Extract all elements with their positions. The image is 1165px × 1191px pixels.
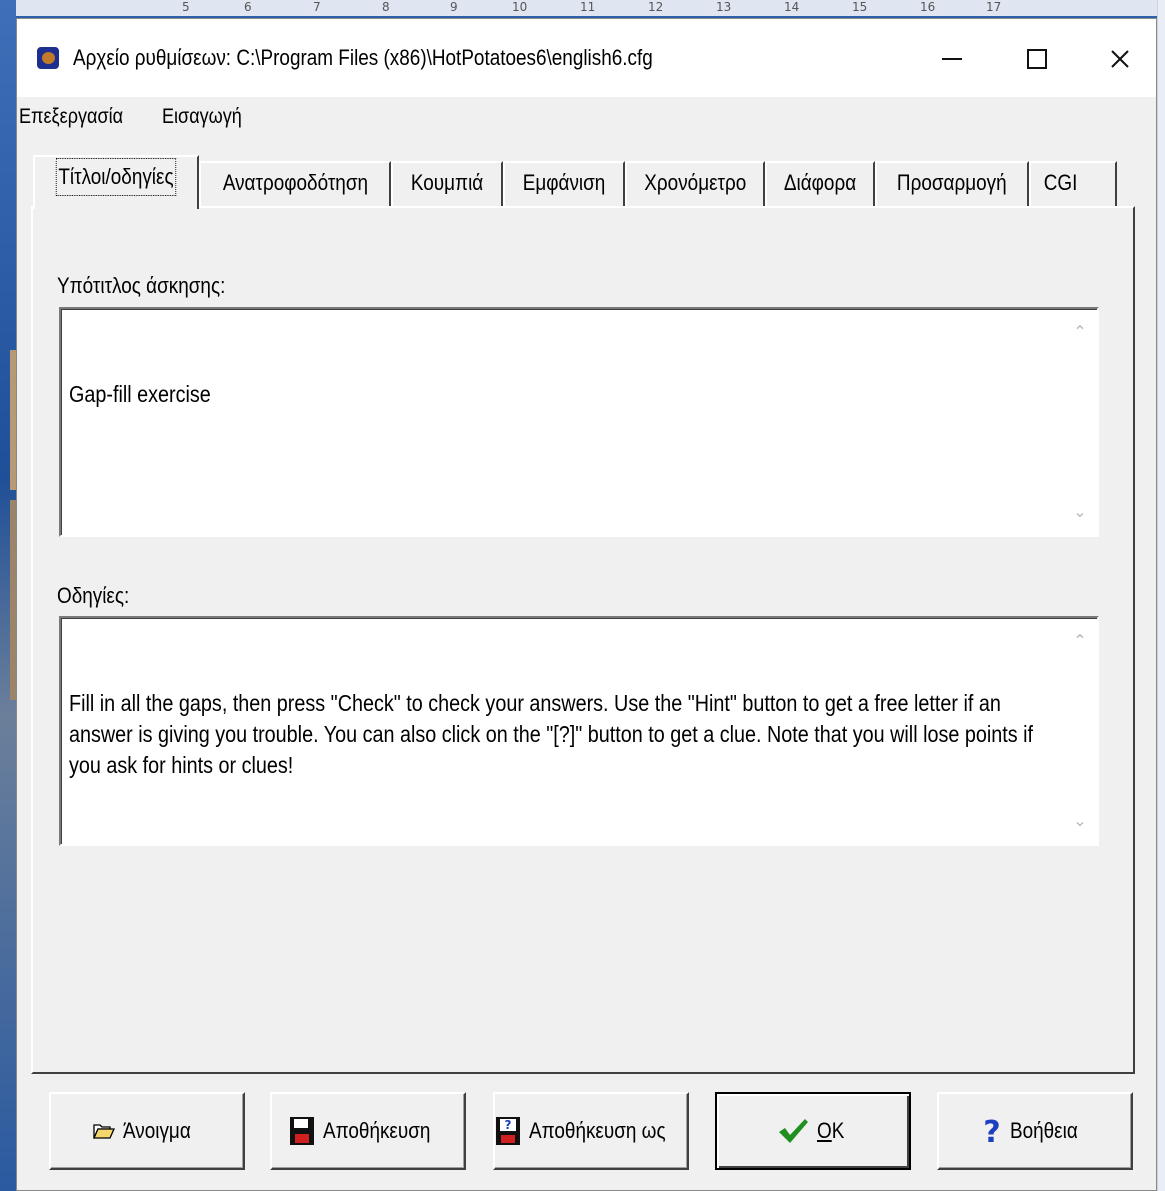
save-button[interactable]: Αποθήκευση (270, 1092, 466, 1170)
ruler-label: 6 (244, 0, 252, 14)
tab-label: Εμφάνιση (522, 170, 606, 195)
ruler-label: 9 (450, 0, 458, 14)
svg-text:?: ? (983, 1116, 1000, 1146)
maximize-icon (1027, 49, 1047, 69)
close-button[interactable] (1090, 37, 1150, 81)
subtitle-label: Υπότιτλος άσκησης: (57, 273, 226, 298)
menu-edit[interactable]: Επεξεργασία (19, 103, 123, 131)
ok-button-label-rest: K (831, 1118, 845, 1143)
ruler-label: 8 (382, 0, 390, 14)
save-button-label: Αποθήκευση (322, 1118, 430, 1143)
tab-appearance[interactable]: Εμφάνιση (503, 161, 625, 207)
menu-bar: Επεξεργασία Εισαγωγή (17, 97, 1156, 137)
question-mark-icon: ? (983, 1116, 1000, 1146)
window-title: Αρχείο ρυθμίσεων: C:\Program Files (x86)… (73, 45, 653, 70)
menu-insert[interactable]: Εισαγωγή (162, 103, 242, 131)
minimize-button[interactable] (922, 37, 982, 81)
open-button[interactable]: Άνοιγμα (49, 1092, 245, 1170)
tab-label: Τίτλοι/οδηγίες (55, 158, 177, 196)
tab-timer[interactable]: Χρονόμετρο (625, 161, 765, 207)
instructions-text: Fill in all the gaps, then press "Check"… (69, 626, 1053, 843)
subtitle-text: Gap-fill exercise (69, 317, 1053, 472)
document-ruler: 5 6 7 8 9 10 11 12 13 14 15 16 17 (16, 0, 1157, 16)
tab-label: CGI (1043, 170, 1078, 195)
tab-other[interactable]: Διάφορα (765, 161, 875, 207)
ruler-label: 15 (852, 0, 868, 14)
ruler-label: 10 (512, 0, 528, 14)
tab-label: Κουμπιά (410, 170, 484, 195)
scroll-down-icon[interactable]: ⌄ (1071, 812, 1089, 830)
tab-feedback[interactable]: Ανατροφοδότηση (199, 161, 391, 207)
subtitle-textarea[interactable]: Gap-fill exercise ⌃ ⌄ (59, 307, 1099, 537)
tab-label: Προσαρμογή (897, 170, 1007, 195)
folder-open-icon (92, 1124, 115, 1139)
tab-titles-instructions[interactable]: Τίτλοι/οδηγίες (33, 155, 199, 209)
ok-button-label: OK (817, 1118, 844, 1144)
title-bar[interactable]: Αρχείο ρυθμίσεων: C:\Program Files (x86)… (17, 19, 1156, 97)
checkmark-icon (779, 1119, 809, 1143)
tab-buttons[interactable]: Κουμπιά (391, 161, 503, 207)
settings-dialog: Αρχείο ρυθμίσεων: C:\Program Files (x86)… (16, 18, 1157, 1191)
ruler-label: 7 (313, 0, 321, 14)
scroll-down-icon[interactable]: ⌄ (1071, 503, 1089, 521)
ruler-label: 14 (784, 0, 800, 14)
tab-custom[interactable]: Προσαρμογή (875, 161, 1029, 207)
floppy-disk-question-icon: ? (495, 1117, 520, 1145)
open-button-label: Άνοιγμα (122, 1118, 191, 1143)
instructions-label: Οδηγίες: (57, 583, 130, 608)
scroll-up-icon[interactable]: ⌃ (1071, 632, 1089, 650)
maximize-button[interactable] (1007, 37, 1067, 81)
subtitle-value: Gap-fill exercise (69, 381, 211, 407)
ruler-label: 16 (920, 0, 936, 14)
floppy-disk-icon (289, 1117, 314, 1145)
ok-button[interactable]: OK (715, 1092, 911, 1170)
svg-text:?: ? (504, 1118, 511, 1132)
ruler-label: 11 (580, 0, 596, 14)
tab-label: Διάφορα (783, 170, 857, 195)
desktop-background-right (1157, 0, 1165, 1191)
ruler-label: 12 (648, 0, 664, 14)
save-as-button-label: Αποθήκευση ως (528, 1118, 666, 1143)
save-as-button[interactable]: ? Αποθήκευση ως (493, 1092, 689, 1170)
tab-strip: Τίτλοι/οδηγίες Ανατροφοδότηση Κουμπιά Εμ… (31, 155, 1131, 209)
tab-cgi[interactable]: CGI (1029, 161, 1117, 207)
close-icon (1111, 50, 1129, 68)
hot-potatoes-app-icon[interactable] (37, 47, 59, 69)
ok-button-label-mnemonic: O (817, 1118, 832, 1143)
tab-panel-titles-instructions: Υπότιτλος άσκησης: Gap-fill exercise ⌃ ⌄… (31, 206, 1135, 1074)
tab-label: Ανατροφοδότηση (222, 170, 368, 195)
help-button[interactable]: ? Βοήθεια (937, 1092, 1133, 1170)
scroll-up-icon[interactable]: ⌃ (1071, 323, 1089, 341)
ruler-label: 5 (182, 0, 190, 14)
minimize-icon (942, 58, 962, 60)
ruler-label: 17 (986, 0, 1002, 14)
help-button-label: Βοήθεια (1009, 1118, 1078, 1143)
ruler-label: 13 (716, 0, 732, 14)
tab-label: Χρονόμετρο (644, 170, 746, 195)
instructions-textarea[interactable]: Fill in all the gaps, then press "Check"… (59, 616, 1099, 846)
instructions-value: Fill in all the gaps, then press "Check"… (69, 690, 1039, 778)
